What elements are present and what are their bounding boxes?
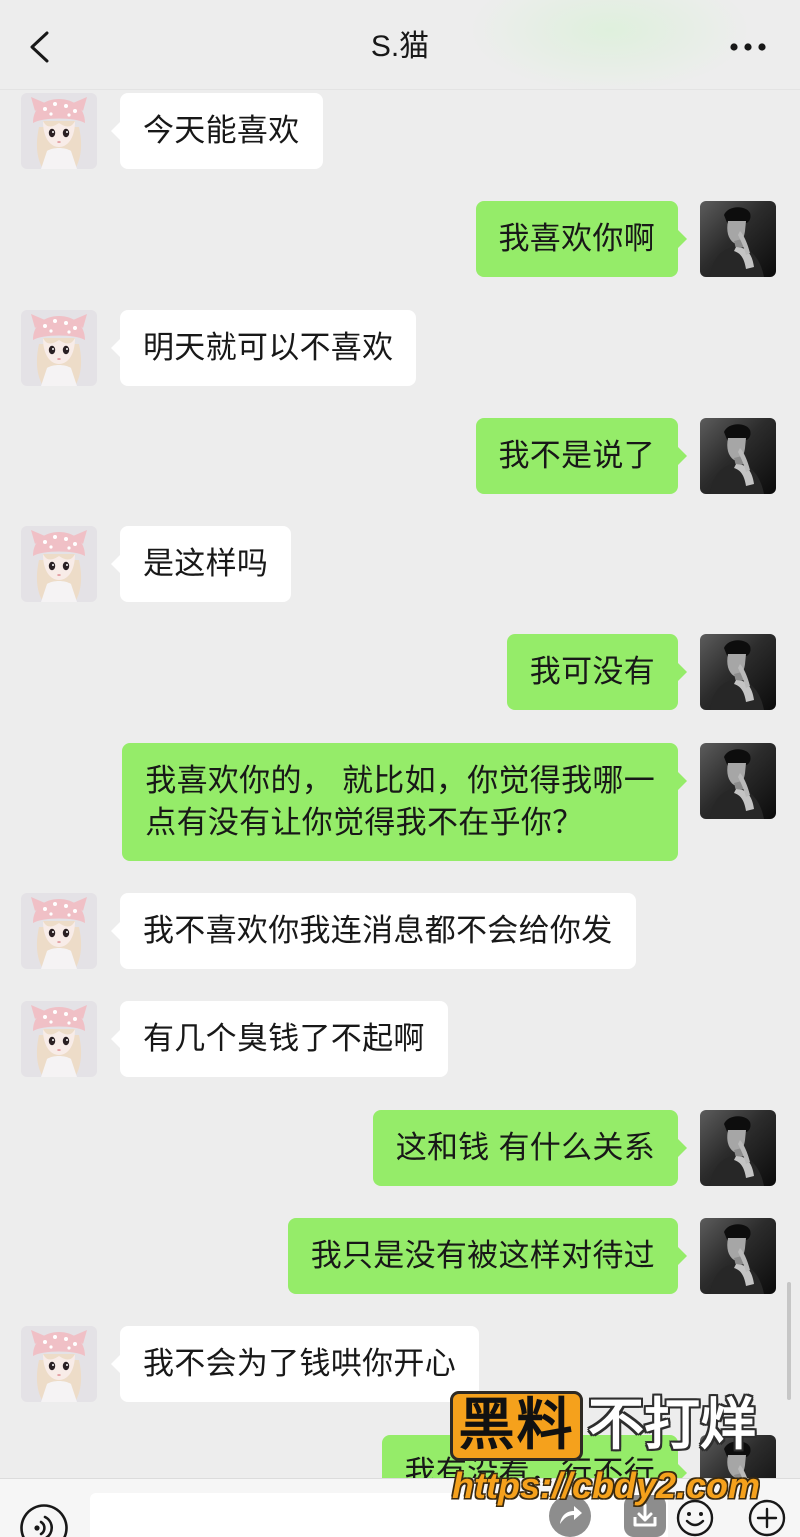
- incoming-message-row: 是这样吗: [0, 526, 800, 603]
- message-bubble[interactable]: 有几个臭钱了不起啊: [111, 1001, 448, 1078]
- message-bubble[interactable]: 我不是说了: [475, 417, 687, 494]
- message-bubble[interactable]: 我喜欢你啊: [475, 201, 687, 278]
- incoming-message-row: 有几个臭钱了不起啊: [0, 1001, 800, 1078]
- watermark: 黑料 不打烊 https://cbdy2.com: [450, 1391, 780, 1509]
- chat-title: S.猫: [370, 30, 430, 63]
- message-bubble[interactable]: 我不喜欢你我连消息都不会给你发: [111, 893, 636, 970]
- incoming-message-row: 我不喜欢你我连消息都不会给你发: [0, 893, 800, 970]
- scrollbar[interactable]: [787, 1282, 791, 1400]
- avatar-image: [21, 1001, 97, 1078]
- avatar-image: [710, 749, 764, 819]
- avatar-image: [710, 640, 764, 711]
- avatar-image: [710, 1115, 764, 1186]
- message-bubble[interactable]: 我可没有: [506, 634, 688, 711]
- girl-doll-avatar[interactable]: [21, 309, 97, 386]
- man-portrait-avatar[interactable]: [700, 634, 776, 711]
- girl-doll-avatar[interactable]: [21, 1001, 97, 1078]
- message-bubble[interactable]: 我只是没有被这样对待过: [287, 1217, 688, 1294]
- incoming-message-row: 明天就可以不喜欢: [0, 309, 800, 386]
- watermark-badge: 黑料: [450, 1391, 583, 1461]
- avatar-image: [21, 309, 97, 386]
- girl-doll-avatar[interactable]: [21, 526, 97, 603]
- avatar-image: [21, 1326, 97, 1403]
- avatar-image: [21, 526, 97, 603]
- chevron-left-icon[interactable]: [27, 31, 51, 63]
- avatar-image: [710, 207, 764, 278]
- man-portrait-avatar[interactable]: [700, 417, 776, 494]
- girl-doll-avatar[interactable]: [21, 1326, 97, 1403]
- watermark-url: https://cbdy2.com: [452, 1465, 761, 1506]
- outgoing-message-row: 我喜欢你啊: [0, 201, 800, 278]
- avatar-image: [21, 93, 97, 169]
- message-bubble[interactable]: 我喜欢你的， 就比如，你觉得我哪一 点有没有让你觉得我不在乎你？: [122, 742, 687, 861]
- outgoing-message-row: 我只是没有被这样对待过: [0, 1217, 800, 1294]
- chat-header: S.猫: [0, 0, 800, 90]
- girl-doll-avatar[interactable]: [21, 93, 97, 169]
- outgoing-message-row: 我不是说了: [0, 417, 800, 494]
- outgoing-message-row: 这和钱 有什么关系: [0, 1109, 800, 1186]
- avatar-image: [710, 1224, 764, 1294]
- avatar-image: [710, 424, 764, 494]
- message-bubble[interactable]: 我不会为了钱哄你开心: [111, 1326, 479, 1403]
- incoming-message-row: 今天能喜欢: [0, 93, 800, 169]
- message-bubble[interactable]: 是这样吗: [110, 526, 292, 603]
- outgoing-message-row: 我喜欢你的， 就比如，你觉得我哪一 点有没有让你觉得我不在乎你？: [0, 742, 800, 861]
- voice-icon[interactable]: [19, 1503, 69, 1537]
- message-bubble[interactable]: 这和钱 有什么关系: [372, 1109, 688, 1186]
- man-portrait-avatar[interactable]: [700, 1109, 776, 1186]
- message-bubble[interactable]: 今天能喜欢: [111, 93, 323, 169]
- watermark-tagline: 不打烊: [588, 1393, 756, 1456]
- more-dots-icon[interactable]: [728, 41, 768, 53]
- message-bubble[interactable]: 明天就可以不喜欢: [110, 309, 417, 386]
- outgoing-message-row: 我可没有: [0, 634, 800, 711]
- man-portrait-avatar[interactable]: [700, 201, 776, 278]
- man-portrait-avatar[interactable]: [700, 742, 776, 819]
- girl-doll-avatar[interactable]: [21, 893, 97, 970]
- avatar-image: [21, 893, 97, 970]
- man-portrait-avatar[interactable]: [700, 1217, 776, 1294]
- message-list[interactable]: 今天能喜欢我喜欢你啊 明天就可以不喜欢 我不是说了是这样吗我可没有我喜欢你的， 就比…: [0, 93, 800, 1511]
